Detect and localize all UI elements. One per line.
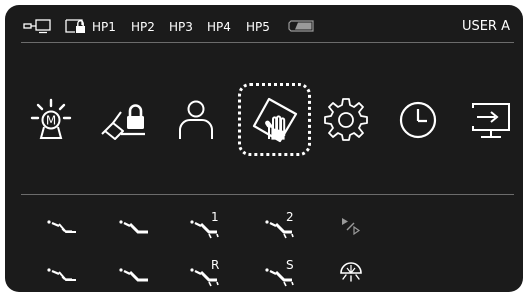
locked-instrument-icon[interactable] bbox=[101, 98, 149, 142]
hp1-label[interactable]: HP1 bbox=[92, 20, 116, 34]
slot-tag: 2 bbox=[286, 210, 294, 224]
curing-light-icon[interactable] bbox=[338, 260, 364, 286]
control-panel: HP1 HP2 HP3 HP4 HP5 USER A M 1 2 R S bbox=[5, 5, 523, 292]
handpiece-1-icon[interactable] bbox=[46, 215, 80, 241]
handpiece-4-icon[interactable] bbox=[118, 263, 152, 289]
slot-tag: R bbox=[211, 258, 220, 272]
handpiece-2-icon[interactable] bbox=[118, 215, 152, 241]
lock-screen-icon[interactable] bbox=[65, 17, 87, 39]
handpiece-slot-s-icon[interactable]: S bbox=[264, 259, 298, 289]
user-profile-icon[interactable] bbox=[176, 98, 216, 142]
play-step-icon[interactable] bbox=[340, 215, 364, 237]
hp4-label[interactable]: HP4 bbox=[207, 20, 231, 34]
user-name[interactable]: USER A bbox=[462, 19, 510, 35]
operating-light-m-icon[interactable]: M bbox=[29, 98, 73, 142]
svg-text:M: M bbox=[46, 114, 56, 128]
hygiene-hand-icon[interactable] bbox=[250, 95, 300, 145]
status-divider bbox=[21, 42, 514, 43]
slot-tag: S bbox=[286, 258, 294, 272]
monitor-link-icon[interactable] bbox=[23, 18, 53, 38]
hp2-label[interactable]: HP2 bbox=[131, 20, 155, 34]
settings-gear-icon[interactable] bbox=[324, 98, 368, 142]
handpiece-slot-r-icon[interactable]: R bbox=[189, 259, 223, 289]
handpiece-slot-1-icon[interactable]: 1 bbox=[189, 210, 223, 240]
screen-input-icon[interactable] bbox=[469, 98, 513, 142]
hp3-label[interactable]: HP3 bbox=[169, 20, 193, 34]
slot-tag: 1 bbox=[211, 210, 219, 224]
battery-icon bbox=[288, 18, 316, 37]
clock-icon[interactable] bbox=[396, 98, 440, 142]
hp5-label[interactable]: HP5 bbox=[246, 20, 270, 34]
grid-divider bbox=[21, 194, 514, 195]
handpiece-slot-2-icon[interactable]: 2 bbox=[264, 210, 298, 240]
handpiece-3-icon[interactable] bbox=[46, 263, 80, 289]
